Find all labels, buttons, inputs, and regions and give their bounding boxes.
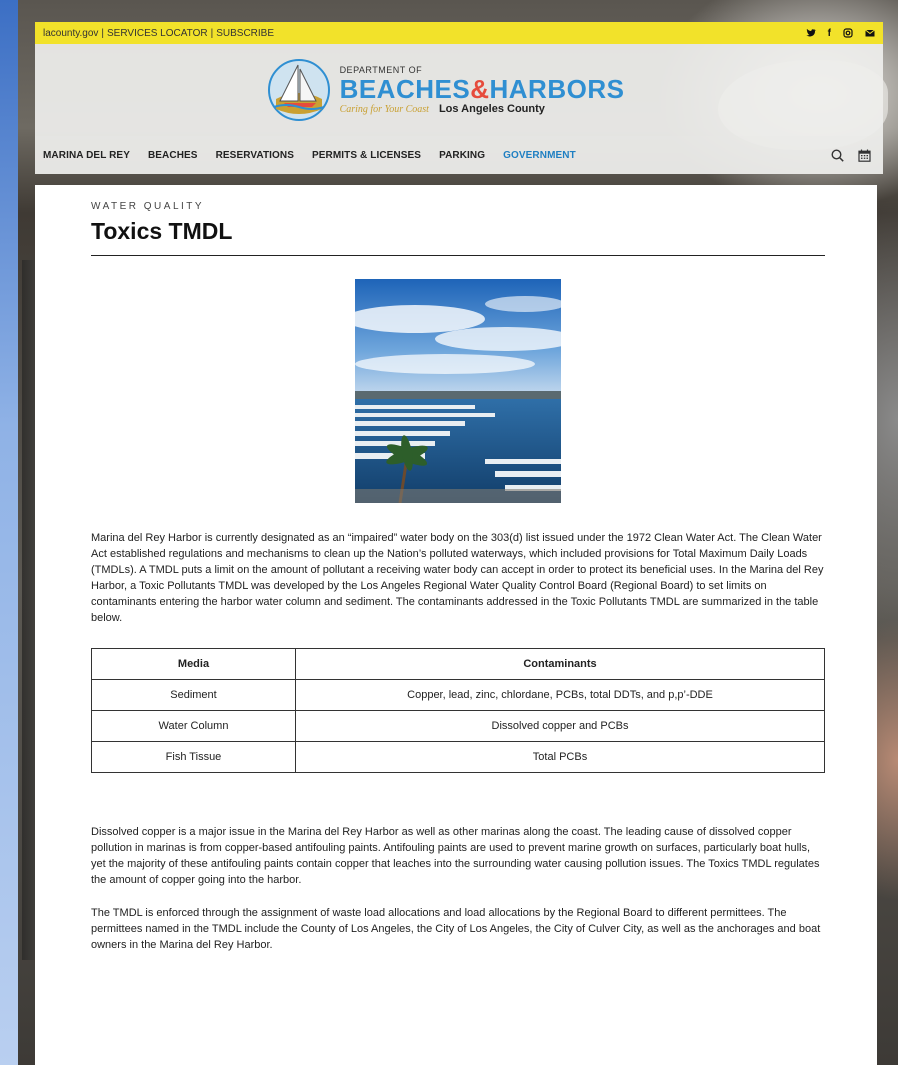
utility-links: lacounty.gov | SERVICES LOCATOR | SUBSCR… [43, 28, 274, 39]
logo-text: DEPARTMENT OF BEACHES&HARBORS Caring for… [339, 65, 625, 115]
logo-subline: Caring for Your Coast Los Angeles County [339, 102, 625, 115]
copper-paragraph: Dissolved copper is a major issue in the… [91, 826, 820, 886]
site-logo[interactable]: DEPARTMENT OF BEACHES&HARBORS Caring for… [266, 57, 625, 123]
logo-harbors: HARBORS [489, 73, 625, 104]
table-cell-media: Fish Tissue [91, 741, 296, 773]
site-header: lacounty.gov | SERVICES LOCATOR | SUBSCR… [35, 22, 883, 185]
nav-item-government[interactable]: GOVERNMENT [503, 150, 576, 161]
page-title: Toxics TMDL [91, 218, 233, 244]
instagram-icon[interactable] [843, 27, 853, 38]
sailboat-logo-icon [267, 59, 330, 121]
services-locator-link[interactable]: SERVICES LOCATOR [107, 28, 208, 39]
marina-photo-illustration [355, 279, 561, 503]
intro-paragraph: Marina del Rey Harbor is currently desig… [91, 532, 824, 624]
nav-item-reservations[interactable]: RESERVATIONS [216, 150, 294, 161]
table-row: Fish Tissue Total PCBs [91, 741, 825, 773]
logo-band: DEPARTMENT OF BEACHES&HARBORS Caring for… [35, 44, 883, 136]
main-nav: MARINA DEL REY BEACHES RESERVATIONS PERM… [35, 136, 883, 174]
table-row: Sediment Copper, lead, zinc, chlordane, … [91, 679, 825, 711]
logo-beaches: BEACHES [339, 73, 471, 104]
marina-photo [355, 279, 561, 503]
subscribe-link[interactable]: SUBSCRIBE [216, 28, 274, 39]
section-eyebrow: WATER QUALITY [91, 201, 205, 212]
content-inner: WATER QUALITY Toxics TMDL Marina del Rey… [91, 185, 825, 953]
table-row: Water Column Dissolved copper and PCBs [91, 710, 825, 742]
nav-tools [831, 148, 883, 162]
nav-item-marina-del-rey[interactable]: MARINA DEL REY [43, 150, 130, 161]
contaminants-table: Media Contaminants Sediment Copper, lead… [91, 648, 825, 773]
table-cell-contaminants: Total PCBs [295, 741, 825, 773]
nav-item-permits-licenses[interactable]: PERMITS & LICENSES [312, 150, 421, 161]
enforcement-paragraph: The TMDL is enforced through the assignm… [91, 907, 821, 951]
table-header-media: Media [91, 648, 296, 680]
table-cell-media: Sediment [91, 679, 296, 711]
nav-item-beaches[interactable]: BEACHES [148, 150, 198, 161]
utility-bar: lacounty.gov | SERVICES LOCATOR | SUBSCR… [35, 22, 883, 44]
background-left-strip [0, 0, 18, 1065]
title-divider [91, 255, 825, 256]
logo-ampersand: & [470, 73, 490, 104]
logo-tagline: Caring for Your Coast [339, 103, 429, 115]
email-icon[interactable] [865, 28, 875, 38]
logo-county: Los Angeles County [438, 102, 545, 115]
nav-item-parking[interactable]: PARKING [439, 150, 485, 161]
search-icon[interactable] [831, 148, 844, 162]
table-cell-contaminants: Copper, lead, zinc, chlordane, PCBs, tot… [295, 679, 825, 711]
table-header-row: Media Contaminants [91, 648, 825, 680]
logo-wordmark: BEACHES&HARBORS [340, 76, 625, 102]
utility-separator: | [101, 27, 105, 39]
table-cell-contaminants: Dissolved copper and PCBs [295, 710, 825, 742]
content-panel: WATER QUALITY Toxics TMDL Marina del Rey… [35, 185, 877, 1065]
facebook-icon[interactable]: f [828, 28, 831, 39]
table-header-contaminants: Contaminants [295, 648, 825, 680]
utility-separator: | [210, 27, 214, 39]
calendar-icon[interactable] [858, 149, 871, 162]
social-links: f [806, 28, 875, 39]
table-cell-media: Water Column [91, 710, 296, 742]
lacounty-link[interactable]: lacounty.gov [43, 28, 98, 39]
twitter-icon[interactable] [806, 28, 816, 38]
